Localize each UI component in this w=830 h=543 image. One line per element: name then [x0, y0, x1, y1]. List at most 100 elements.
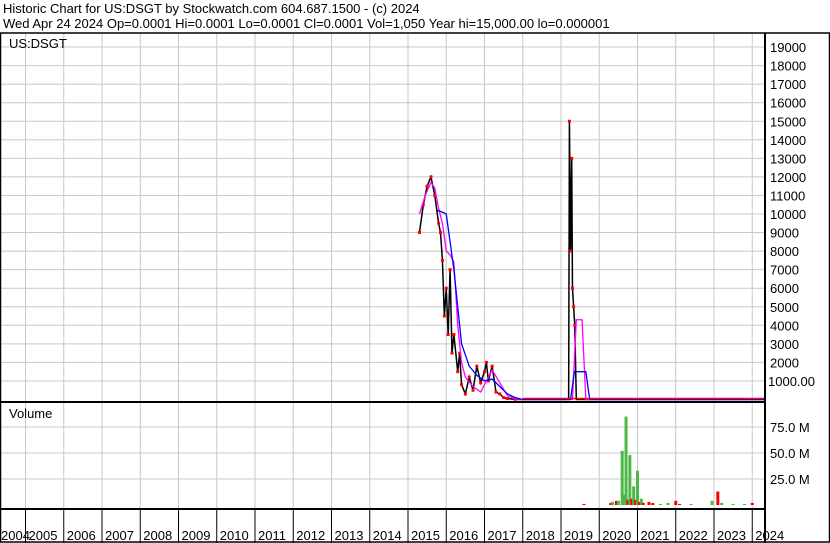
price-point: [448, 268, 452, 272]
price-point: [429, 175, 433, 179]
price-point: [440, 258, 444, 262]
price-tick-label: 4000: [770, 318, 799, 333]
x-tick-label: 2018: [526, 528, 555, 543]
x-tick-label: 2009: [182, 528, 211, 543]
price-tick-label: 1000.00: [768, 374, 815, 389]
volume-tick-label: 50.0 M: [770, 446, 810, 461]
price-tick-label: 13000: [770, 151, 806, 166]
x-tick-label: 2019: [564, 528, 593, 543]
volume-bar: [611, 501, 615, 505]
series-ma_short: [418, 181, 764, 401]
volume-bar: [710, 500, 714, 505]
x-tick-label: 2010: [220, 528, 249, 543]
x-tick-label: 2005: [29, 528, 58, 543]
x-tick-label: 2017: [488, 528, 517, 543]
price-point: [572, 305, 576, 309]
volume-bars: [582, 416, 754, 505]
price-point: [570, 156, 574, 160]
price-tick-label: 7000: [770, 263, 799, 278]
volume-label: Volume: [9, 406, 52, 421]
price-point: [452, 333, 456, 337]
price-point: [444, 286, 448, 290]
price-tick-label: 15000: [770, 114, 806, 129]
price-point: [490, 364, 494, 368]
volume-bar: [651, 502, 655, 505]
price-point: [502, 396, 506, 400]
x-tick-label: 2013: [335, 528, 364, 543]
volume-bar: [716, 491, 720, 505]
volume-bar: [720, 502, 724, 505]
volume-tick-label: 75.0 M: [770, 420, 810, 435]
x-tick-label: 2014: [373, 528, 402, 543]
price-tick-label: 2000: [770, 355, 799, 370]
price-point: [471, 388, 475, 392]
x-tick-label: 2022: [679, 528, 708, 543]
price-point: [498, 392, 502, 396]
y-axis-labels: 1000.00 2000 3000 4000 5000 6000 7000 8000 9000 1…: [768, 40, 815, 487]
volume-bar: [743, 503, 747, 505]
price-tick-label: 16000: [770, 96, 806, 111]
price-point: [494, 390, 498, 394]
price-point: [467, 375, 471, 379]
volume-bar: [624, 416, 628, 505]
chart-frame: [0, 32, 830, 543]
stock-chart: US:DSGT Volume 1000.00 2000 3000 4000 5000 60…: [0, 32, 830, 543]
x-tick-label: 2004: [1, 528, 30, 543]
volume-bar: [674, 500, 678, 505]
symbol-label: US:DSGT: [9, 36, 67, 51]
price-series: [417, 119, 765, 401]
price-point: [437, 221, 441, 225]
x-tick-label: 2021: [641, 528, 670, 543]
x-tick-label: 2012: [296, 528, 325, 543]
series-ma_long: [436, 209, 764, 401]
volume-bar: [616, 500, 620, 505]
price-tick-label: 9000: [770, 226, 799, 241]
x-tick-label: 2020: [602, 528, 631, 543]
price-tick-label: 18000: [770, 59, 806, 74]
x-tick-label: 2006: [67, 528, 96, 543]
price-tick-label: 14000: [770, 133, 806, 148]
price-tick-label: 5000: [770, 300, 799, 315]
price-point: [484, 360, 488, 364]
volume-bar: [678, 503, 682, 505]
x-tick-label: 2007: [105, 528, 134, 543]
price-point: [456, 370, 460, 374]
volume-bar: [641, 502, 645, 505]
price-tick-label: 8000: [770, 244, 799, 259]
volume-bar: [750, 502, 754, 505]
price-point: [475, 364, 479, 368]
x-tick-label: 2015: [411, 528, 440, 543]
volume-bar: [636, 470, 639, 505]
volume-bar: [731, 503, 735, 505]
x-tick-label: 2008: [143, 528, 172, 543]
volume-bar: [658, 503, 662, 505]
price-point: [417, 231, 421, 235]
x-axis-labels: 20042005 2006 2007 2008 2009 2010 2011 2012 2013…: [1, 528, 784, 543]
price-tick-label: 17000: [770, 77, 806, 92]
price-point: [450, 351, 454, 355]
x-tick-label: 2024: [755, 528, 784, 543]
price-point: [439, 231, 443, 235]
volume-bar: [666, 502, 670, 505]
price-tick-label: 11000: [770, 188, 805, 203]
price-tick-label: 10000: [770, 207, 806, 222]
volume-bar: [689, 503, 693, 505]
volume-bar: [647, 501, 651, 505]
grid: [0, 33, 765, 509]
price-point: [442, 314, 446, 318]
price-point: [567, 119, 571, 123]
price-point: [446, 333, 450, 337]
price-tick-label: 19000: [770, 40, 806, 55]
volume-bar: [582, 503, 586, 505]
price-point: [479, 381, 483, 385]
series-price: [418, 121, 764, 401]
price-point: [463, 392, 467, 396]
price-point: [569, 249, 573, 253]
x-tick-label: 2011: [258, 528, 286, 543]
volume-tick-label: 25.0 M: [770, 472, 810, 487]
price-point: [505, 397, 509, 401]
price-tick-label: 6000: [770, 281, 799, 296]
price-tick-label: 12000: [770, 170, 806, 185]
price-point: [460, 383, 464, 387]
volume-bar: [628, 455, 632, 505]
